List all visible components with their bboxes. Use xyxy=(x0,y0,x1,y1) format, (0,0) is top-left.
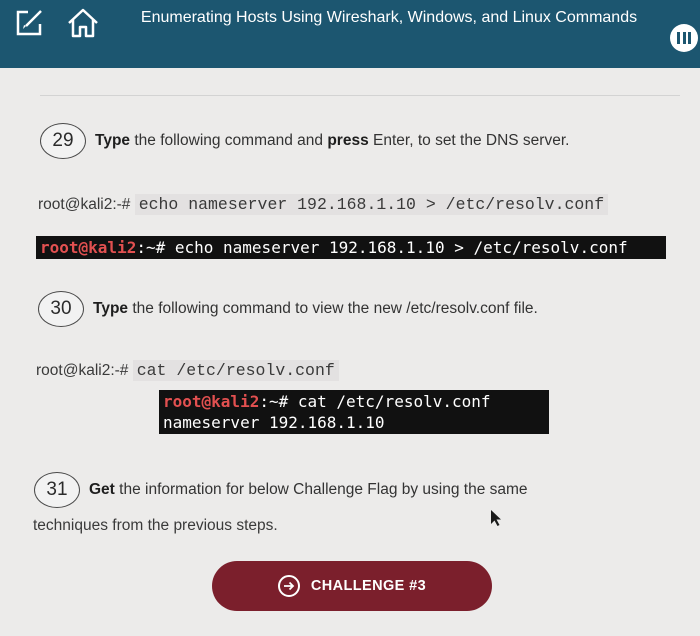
step-instruction-continued: techniques from the previous steps. xyxy=(33,517,278,534)
mouse-cursor-icon xyxy=(491,510,501,526)
challenge-3-button[interactable]: CHALLENGE #3 xyxy=(212,561,492,611)
shell-prompt: root@kali2:-# xyxy=(38,196,135,213)
step-instruction: Type the following command and press Ent… xyxy=(95,132,570,149)
command-line-30: root@kali2:-# cat /etc/resolv.conf xyxy=(36,360,339,381)
home-icon[interactable] xyxy=(65,6,101,40)
step-number-badge: 31 xyxy=(34,472,80,508)
step-instruction: Get the information for below Challenge … xyxy=(89,481,528,498)
step-number-badge: 30 xyxy=(38,291,84,327)
edit-icon[interactable] xyxy=(12,6,46,40)
step-31: 31 Get the information for below Challen… xyxy=(34,472,528,508)
step-29: 29 Type the following command and press … xyxy=(40,123,569,159)
challenge-button-label: CHALLENGE #3 xyxy=(310,578,427,594)
command-text[interactable]: echo nameserver 192.168.1.10 > /etc/reso… xyxy=(134,194,609,215)
step-instruction: Type the following command to view the n… xyxy=(93,300,538,317)
arrow-right-icon xyxy=(277,575,300,597)
page-title: Enumerating Hosts Using Wireshark, Windo… xyxy=(140,9,638,26)
command-text[interactable]: cat /etc/resolv.conf xyxy=(132,360,339,381)
command-line-29: root@kali2:-# echo nameserver 192.168.1.… xyxy=(38,194,609,215)
step-number-badge: 29 xyxy=(40,123,86,159)
shell-prompt: root@kali2:-# xyxy=(36,362,133,379)
divider xyxy=(40,95,680,96)
terminal-screenshot-29: root@kali2:~# echo nameserver 192.168.1.… xyxy=(36,236,666,259)
app-header: Enumerating Hosts Using Wireshark, Windo… xyxy=(0,0,700,68)
terminal-output: nameserver 192.168.1.10 xyxy=(163,413,385,432)
terminal-screenshot-30: root@kali2:~# cat /etc/resolv.conf names… xyxy=(159,390,549,434)
step-30: 30 Type the following command to view th… xyxy=(38,291,538,327)
menu-icon[interactable] xyxy=(670,24,698,52)
